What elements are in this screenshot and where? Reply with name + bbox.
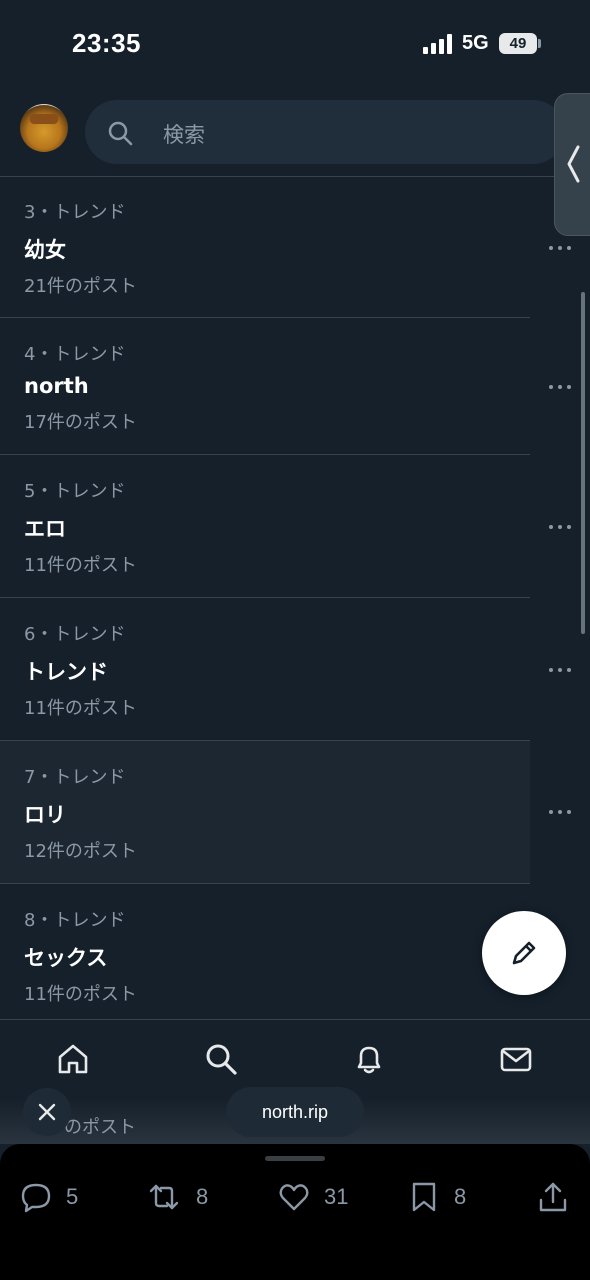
url-pill[interactable]: north.rip [226,1087,364,1137]
trend-item[interactable]: 6・トレンド トレンド 11件のポスト [0,598,530,741]
trend-item[interactable]: 5・トレンド エロ 11件のポスト [0,455,530,598]
trend-rank: 4・トレンド [24,344,126,365]
trend-count: 12件のポスト [24,841,137,862]
trend-count: 11件のポスト [24,984,137,1005]
trend-rank: 7・トレンド [24,767,126,788]
signal-icon [423,34,452,54]
like-count: 31 [324,1184,349,1209]
trend-name: ロリ [24,803,66,827]
share-icon [539,1182,567,1212]
more-icon[interactable] [548,383,572,391]
share-button[interactable] [537,1181,569,1215]
like-button[interactable]: 31 [278,1181,358,1215]
trend-name: north [24,374,89,398]
bell-icon[interactable] [352,1042,386,1076]
bookmark-button[interactable]: 8 [408,1181,478,1215]
bookmark-count: 8 [454,1184,467,1209]
trend-item[interactable]: 3・トレンド 幼女 21件のポスト [0,178,530,318]
trend-rank: 6・トレンド [24,624,126,645]
close-button[interactable] [23,1088,71,1136]
scrollbar[interactable] [581,292,585,634]
close-icon [38,1103,56,1121]
trend-name: 幼女 [24,238,66,262]
trend-name: セックス [24,946,108,970]
avatar[interactable] [20,104,68,152]
repost-button[interactable]: 8 [148,1181,218,1215]
search-icon[interactable] [204,1042,238,1076]
status-time: 23:35 [72,28,141,58]
trend-name: トレンド [24,660,108,684]
mail-icon[interactable] [499,1042,533,1076]
search-header: 検索 [0,88,590,177]
trend-count: 21件のポスト [24,276,137,297]
network-label: 5G [462,32,489,54]
trend-count: 17件のポスト [24,412,137,433]
trend-name: エロ [24,517,66,541]
sheet-grabber[interactable] [265,1156,325,1161]
home-icon[interactable] [56,1042,90,1076]
battery-tip [538,39,541,48]
repost-count: 8 [196,1184,209,1209]
trend-count: のポスト [64,1117,136,1138]
search-input[interactable]: 検索 [85,100,565,164]
trend-rank: 3・トレンド [24,202,126,223]
more-icon[interactable] [548,808,572,816]
bookmark-icon [412,1182,436,1212]
trend-count: 11件のポスト [24,698,137,719]
battery-indicator: 49 [499,33,537,54]
trend-rank: 8・トレンド [24,910,126,931]
reply-button[interactable]: 5 [20,1181,90,1215]
trend-rank: 5・トレンド [24,481,126,502]
compose-icon [512,941,536,965]
search-icon [108,121,133,146]
side-panel-handle[interactable] [554,93,590,236]
trend-item[interactable]: 7・トレンド ロリ 12件のポスト [0,741,530,884]
more-icon[interactable] [548,244,572,252]
more-icon[interactable] [548,523,572,531]
chevron-left-icon [567,145,580,183]
reply-count: 5 [66,1184,79,1209]
trend-item[interactable]: 4・トレンド north 17件のポスト [0,318,530,455]
status-bar: 23:35 5G 49 [0,0,590,88]
compose-button[interactable] [482,911,566,995]
like-icon [279,1184,309,1211]
trend-item[interactable]: 8・トレンド セックス 11件のポスト [0,884,530,1020]
action-bar: 5 8 31 8 [0,1144,590,1280]
reply-icon [21,1183,51,1213]
repost-icon [149,1184,179,1210]
more-icon[interactable] [548,666,572,674]
trend-count: 11件のポスト [24,555,137,576]
search-placeholder: 検索 [163,123,205,147]
